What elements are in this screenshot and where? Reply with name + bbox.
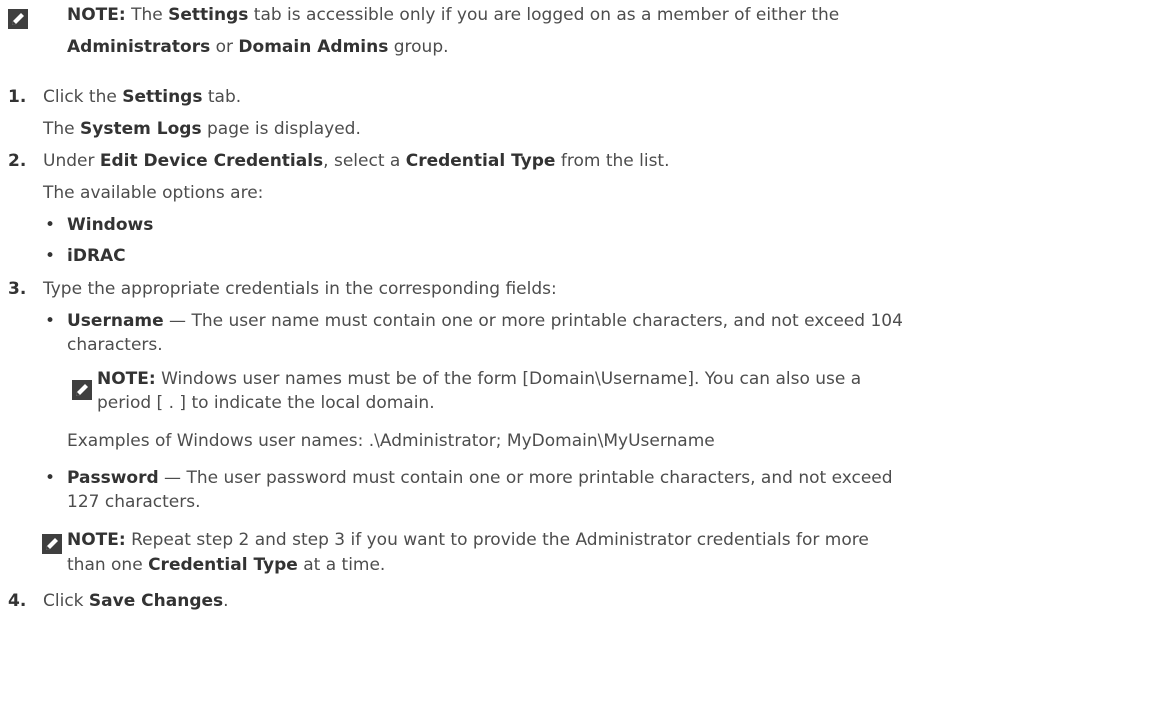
note-label: NOTE: xyxy=(67,5,126,25)
domain-admins-term: Domain Admins xyxy=(238,37,389,57)
username-term: Username xyxy=(67,311,164,331)
step-2-options-intro: The available options are: xyxy=(43,183,264,203)
credential-type-term: Credential Type xyxy=(148,555,298,575)
username-line-1: Username — The user name must contain on… xyxy=(67,311,903,331)
administrators-term: Administrators xyxy=(67,37,211,57)
step-1-text: Click the Settings tab. xyxy=(43,87,242,107)
bullet: • xyxy=(45,311,56,331)
password-line-1: Password — The user password must contai… xyxy=(67,468,893,488)
system-logs-term: System Logs xyxy=(80,119,202,139)
step-3-number: 3. xyxy=(8,279,27,299)
step-1-result: The System Logs page is displayed. xyxy=(43,119,361,139)
note-label: NOTE: xyxy=(67,530,126,550)
credential-type-term: Credential Type xyxy=(405,151,556,171)
step-4-text: Click Save Changes. xyxy=(43,591,229,611)
step-3-text: Type the appropriate credentials in the … xyxy=(43,279,557,299)
examples-text: Examples of Windows user names: .\Admini… xyxy=(67,431,715,451)
note-label: NOTE: xyxy=(97,369,156,389)
note-pencil-icon xyxy=(72,380,92,400)
settings-term: Settings xyxy=(122,87,203,107)
step-4-number: 4. xyxy=(8,591,27,611)
bullet: • xyxy=(45,468,56,488)
step-1-number: 1. xyxy=(8,87,27,107)
bullet: • xyxy=(45,246,56,266)
option-idrac: iDRAC xyxy=(67,246,126,266)
note-2-line-2: period [ . ] to indicate the local domai… xyxy=(97,393,435,413)
note-1-line-1: NOTE: The Settings tab is accessible onl… xyxy=(67,5,840,25)
password-line-2: 127 characters. xyxy=(67,492,201,512)
note-2-line-1: NOTE: Windows user names must be of the … xyxy=(97,369,862,389)
save-changes-term: Save Changes xyxy=(88,591,224,611)
password-term: Password xyxy=(67,468,159,488)
step-2-text: Under Edit Device Credentials, select a … xyxy=(43,151,670,171)
note-3-line-1: NOTE: Repeat step 2 and step 3 if you wa… xyxy=(67,530,869,550)
note-1-line-2: Administrators or Domain Admins group. xyxy=(67,37,449,57)
edit-device-credentials-term: Edit Device Credentials xyxy=(99,151,324,171)
note-3-line-2: than one Credential Type at a time. xyxy=(67,555,386,575)
note-pencil-icon xyxy=(8,9,28,29)
bullet: • xyxy=(45,215,56,235)
settings-term: Settings xyxy=(168,5,249,25)
username-line-2: characters. xyxy=(67,335,163,355)
option-windows: Windows xyxy=(67,215,154,235)
step-2-number: 2. xyxy=(8,151,27,171)
note-pencil-icon xyxy=(42,534,62,554)
